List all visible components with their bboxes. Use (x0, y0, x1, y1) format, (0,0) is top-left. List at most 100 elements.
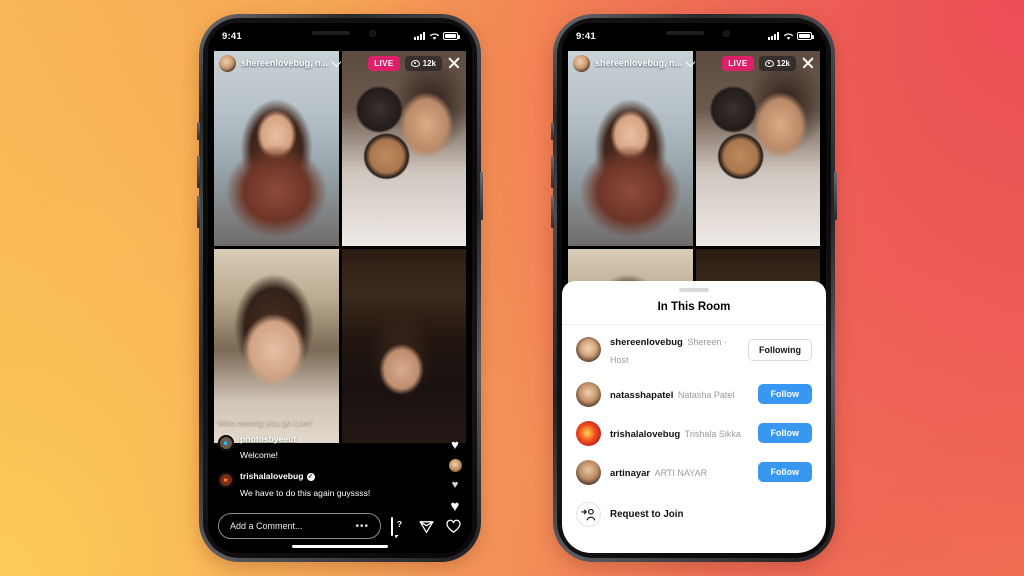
comment-item[interactable]: trishalalovebug ✓ We have to do this aga… (218, 471, 396, 502)
request-to-join-row[interactable]: Request to Join (562, 492, 826, 537)
commenter-avatar[interactable] (218, 434, 234, 451)
volume-up-button[interactable] (551, 156, 554, 188)
mute-switch[interactable] (197, 122, 200, 140)
cellular-bars-icon (414, 32, 425, 40)
comment-username[interactable]: photosbyeeut (240, 434, 296, 445)
comment-username-row: trishalalovebug ✓ (240, 471, 370, 482)
host-avatar[interactable] (573, 54, 590, 72)
comment-input[interactable]: Add a Comment... ••• (218, 513, 381, 539)
live-video-room: 9:41 shereenlovebug, n... (562, 23, 826, 553)
front-camera (723, 30, 730, 37)
chevron-down-icon[interactable] (331, 56, 342, 67)
volume-down-button[interactable] (551, 196, 554, 228)
eye-icon (764, 59, 774, 67)
heart-outline-icon[interactable] (445, 518, 462, 535)
request-to-join-label: Request to Join (610, 508, 684, 520)
volume-down-button[interactable] (197, 196, 200, 228)
participant-username[interactable]: shereenlovebug (610, 337, 683, 348)
host-avatar[interactable] (219, 54, 236, 72)
viewer-count-badge[interactable]: 12k (758, 55, 796, 71)
live-video-room: 9:41 shereenlovebug, n... (208, 23, 472, 553)
participant-row[interactable]: trishalalovebug Trishala Sikka Follow (562, 414, 826, 453)
home-indicator[interactable] (292, 544, 388, 548)
comment-ghost: Miss seeing you go Live! (218, 416, 313, 427)
comment-text-block: trishalalovebug ✓ We have to do this aga… (240, 471, 370, 502)
video-tile-host[interactable] (568, 51, 693, 246)
comment-item[interactable]: photosbyeeut Welcome! (218, 434, 396, 465)
participant-row[interactable]: artinayar ARTI NAYAR Follow (562, 453, 826, 492)
reaction-avatar (448, 459, 462, 472)
comment-text-block: photosbyeeut Welcome! (240, 434, 296, 465)
comments-overlay: Miss seeing you go Live! photosbyeeut We… (218, 417, 396, 509)
close-icon[interactable] (801, 56, 815, 70)
comment-username[interactable]: trishalalovebug (240, 471, 304, 482)
participant-meta: natasshapatel Natasha Patel (610, 385, 749, 403)
eye-icon (410, 59, 420, 67)
live-badge: LIVE (368, 55, 400, 71)
battery-icon (443, 32, 460, 40)
participant-meta: artinayar ARTI NAYAR (610, 463, 749, 481)
follow-button[interactable]: Follow (757, 423, 812, 443)
participant-name: ARTI NAYAR (654, 468, 708, 478)
volume-up-button[interactable] (197, 156, 200, 188)
participant-meta: trishalalovebug Trishala Sikka (610, 424, 749, 442)
participant-meta: shereenlovebug Shereen · Host (610, 332, 739, 368)
live-title: shereenlovebug, n... (241, 58, 329, 68)
more-options-icon[interactable]: ••• (355, 521, 369, 532)
question-mark-glyph: ? (396, 519, 403, 529)
front-camera (369, 30, 376, 37)
follow-button[interactable]: Follow (757, 462, 812, 482)
live-header: shereenlovebug, n... LIVE 12k (214, 51, 466, 75)
close-icon[interactable] (447, 56, 461, 70)
viewer-count-badge[interactable]: 12k (404, 55, 442, 71)
battery-icon (797, 32, 814, 40)
device-notch (284, 23, 396, 45)
comment-body: We have to do this again guyssss! (240, 488, 371, 498)
commenter-avatar[interactable] (218, 472, 234, 489)
power-button[interactable] (834, 172, 837, 220)
paper-plane-icon[interactable] (418, 518, 435, 535)
participant-row[interactable]: natasshapatel Natasha Patel Follow (562, 375, 826, 414)
participant-avatar[interactable] (576, 381, 601, 407)
live-action-bar: Add a Comment... ••• ? (218, 513, 462, 539)
heart-reaction-icon: ♥ (451, 437, 459, 452)
live-title: shereenlovebug, n... (595, 58, 683, 68)
power-button[interactable] (480, 172, 483, 220)
video-tile-guest-1[interactable] (341, 51, 466, 246)
cellular-bars-icon (768, 32, 779, 40)
status-indicators (414, 32, 460, 41)
phone-screen: 9:41 shereenlovebug, n... (562, 23, 826, 553)
participant-avatar[interactable] (576, 420, 601, 446)
participant-avatar[interactable] (576, 337, 601, 362)
video-tile-guest-1[interactable] (695, 51, 820, 246)
follow-button[interactable]: Follow (757, 384, 812, 404)
participant-username[interactable]: trishalalovebug (610, 429, 680, 440)
comment-body: Welcome! (240, 450, 279, 461)
participant-row[interactable]: shereenlovebug Shereen · Host Following (562, 325, 826, 375)
video-tile-host[interactable] (214, 51, 339, 246)
live-badge: LIVE (722, 55, 754, 71)
question-bubble-icon[interactable]: ? (391, 516, 408, 536)
video-tile-guest-2[interactable] (214, 248, 339, 443)
video-tile-guest-3[interactable] (341, 248, 466, 443)
phone-live-grid: 9:41 shereenlovebug, n... LIVE 12k Miss … (197, 14, 483, 562)
wifi-icon (429, 33, 439, 40)
chevron-down-icon[interactable] (685, 56, 696, 67)
mute-switch[interactable] (551, 122, 554, 140)
home-indicator[interactable] (646, 544, 742, 548)
comment-placeholder: Add a Comment... (230, 521, 303, 531)
live-header: shereenlovebug, n... LIVE 12k (568, 51, 820, 75)
device-notch (638, 23, 750, 45)
participant-name: Trishala Sikka (684, 429, 741, 439)
phone-in-this-room: 9:41 shereenlovebug, n... LIVE 12k In Th… (551, 14, 837, 562)
participant-avatar[interactable] (576, 459, 601, 485)
verified-badge-icon: ✓ (306, 472, 315, 481)
earpiece-speaker (666, 31, 704, 35)
status-time: 9:41 (576, 30, 596, 42)
participant-name: Natasha Patel (677, 390, 735, 400)
participant-username[interactable]: artinayar (610, 468, 650, 479)
participant-username[interactable]: natasshapatel (610, 390, 673, 401)
following-button[interactable]: Following (748, 338, 812, 361)
wifi-icon (783, 33, 793, 40)
status-indicators (768, 32, 814, 41)
